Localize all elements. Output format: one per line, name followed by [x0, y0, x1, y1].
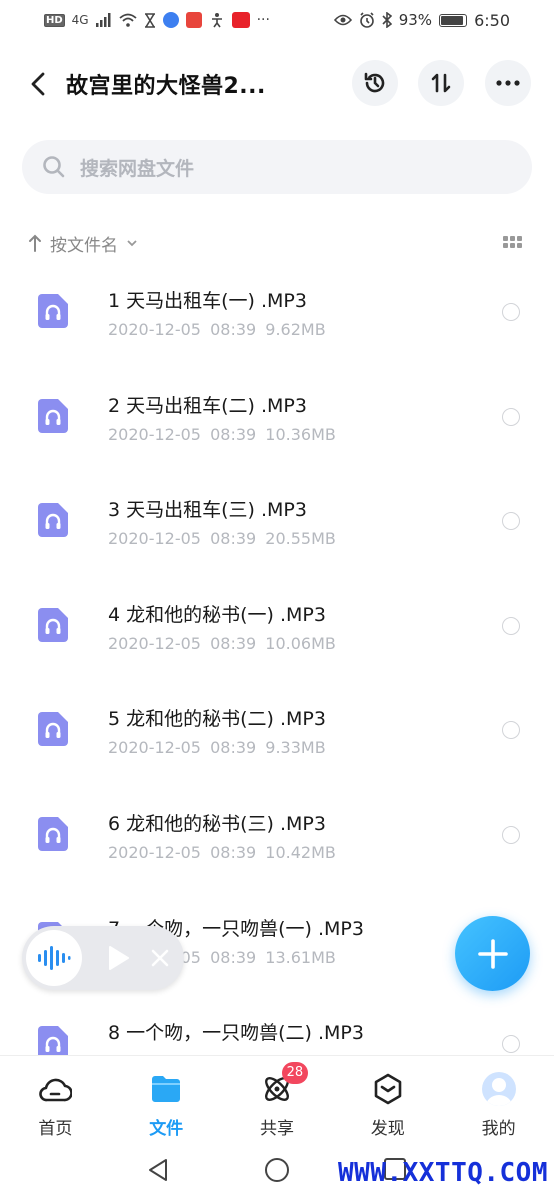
add-button[interactable]: [455, 916, 530, 991]
file-meta: 2020-12-05 08:39 10.36MB: [108, 424, 336, 444]
battery-percent: 93%: [398, 11, 433, 29]
more-notifications-icon: ···: [256, 12, 270, 28]
file-row[interactable]: 3 天马出租车(三) .MP3 2020-12-05 08:39 20.55MB: [0, 471, 554, 576]
search-placeholder: 搜索网盘文件: [80, 157, 195, 180]
select-radio[interactable]: [502, 721, 520, 740]
hourglass-icon: [144, 12, 155, 28]
file-name: 2 天马出租车(二) .MP3: [108, 394, 307, 417]
folder-icon: [149, 1072, 183, 1106]
back-triangle-icon[interactable]: [146, 1157, 170, 1183]
file-name: 1 天马出租车(一) .MP3: [108, 290, 307, 312]
grid-view-icon[interactable]: [503, 236, 522, 248]
select-radio[interactable]: [502, 512, 520, 531]
file-row[interactable]: 5 龙和他的秘书(二) .MP3 2020-12-05 08:39 9.33MB: [0, 680, 554, 785]
history-icon: [364, 72, 385, 93]
nav-label-discover: 发现: [370, 1119, 405, 1139]
nav-label-share: 共享: [259, 1119, 294, 1139]
audio-wave-icon: [38, 946, 71, 970]
select-radio[interactable]: [502, 407, 520, 426]
sort-icon: [431, 73, 451, 93]
sort-bar: 按文件名: [28, 228, 526, 258]
hd-indicator: HD: [44, 13, 65, 27]
search-bar[interactable]: 搜索网盘文件: [22, 140, 532, 194]
file-name: 8 一个吻，一只吻兽(二) .MP3: [108, 1022, 364, 1045]
avatar-icon: [481, 1072, 516, 1106]
reader-app-icon: [185, 12, 202, 28]
clock: 6:50: [474, 10, 510, 30]
notification-badge: 28: [281, 1062, 309, 1084]
arrow-up-icon[interactable]: [28, 234, 42, 252]
file-name: 4 龙和他的秘书(一) .MP3: [108, 603, 326, 626]
audio-file-icon: [38, 712, 68, 747]
sort-label[interactable]: 按文件名: [50, 231, 118, 256]
nav-item-files[interactable]: 文件: [111, 1056, 222, 1147]
file-row[interactable]: 1 天马出租车(一) .MP3 2020-12-05 08:39 9.62MB: [0, 262, 554, 367]
select-radio[interactable]: [502, 825, 520, 844]
back-button[interactable]: [22, 66, 54, 102]
bottom-nav: 首页 文件 共享 28 发现 我的: [0, 1055, 554, 1147]
mini-player[interactable]: [22, 926, 184, 990]
browser-app-icon: [162, 12, 179, 28]
nav-label-me: 我的: [481, 1119, 516, 1139]
audio-file-icon: [38, 816, 68, 851]
file-meta: 2020-12-05 08:39 20.55MB: [108, 529, 336, 549]
alarm-icon: [359, 12, 374, 28]
watermark-text: WWW.XXTTQ.COM: [338, 1158, 548, 1188]
audio-file-icon: [38, 503, 68, 538]
cloud-home-icon: [38, 1072, 73, 1106]
accessibility-icon: [211, 13, 222, 28]
select-radio[interactable]: [502, 303, 520, 321]
nav-label-home: 首页: [38, 1119, 73, 1139]
file-meta: 2020-12-05 08:39 10.42MB: [108, 842, 336, 862]
select-radio[interactable]: [502, 616, 520, 635]
chevron-down-icon[interactable]: [126, 239, 138, 247]
shopping-app-icon: [231, 12, 250, 28]
status-right: 93% 6:50: [333, 10, 510, 30]
nav-item-share[interactable]: 共享 28: [222, 1056, 333, 1147]
battery-icon: [439, 13, 468, 27]
status-bar: HD 4G ··· 93% 6:50: [0, 0, 554, 40]
signal-icon: [95, 13, 111, 27]
audio-file-icon: [38, 398, 68, 433]
file-name: 6 龙和他的秘书(三) .MP3: [108, 812, 326, 835]
audio-wave-button[interactable]: [26, 930, 82, 986]
file-meta: 2020-12-05 08:39 9.62MB: [108, 320, 326, 339]
file-name: 3 天马出租车(三) .MP3: [108, 499, 307, 522]
plus-icon: [477, 938, 508, 969]
play-icon[interactable]: [106, 945, 130, 971]
nav-item-me[interactable]: 我的: [443, 1056, 554, 1147]
nav-label-files: 文件: [149, 1119, 184, 1139]
bluetooth-icon: [382, 12, 392, 28]
file-meta: 2020-12-05 08:39 10.06MB: [108, 633, 336, 653]
close-icon[interactable]: [150, 948, 170, 968]
network-type: 4G: [71, 13, 89, 27]
home-circle-icon[interactable]: [264, 1157, 290, 1183]
header: 故宫里的大怪兽2...: [0, 54, 554, 114]
chevron-left-icon: [31, 72, 45, 96]
search-icon: [43, 156, 65, 178]
more-icon: [496, 80, 520, 86]
wifi-icon: [119, 13, 137, 27]
history-button[interactable]: [352, 60, 398, 106]
file-meta: 2020-12-05 08:39 9.33MB: [108, 738, 326, 758]
file-row[interactable]: 2 天马出租车(二) .MP3 2020-12-05 08:39 10.36MB: [0, 367, 554, 472]
status-left: HD 4G ···: [44, 12, 270, 28]
more-button[interactable]: [485, 60, 531, 106]
discover-cube-icon: [371, 1072, 405, 1106]
nav-item-discover[interactable]: 发现: [332, 1056, 443, 1147]
select-radio[interactable]: [502, 1035, 520, 1054]
sort-button[interactable]: [418, 60, 464, 106]
nav-item-home[interactable]: 首页: [0, 1056, 111, 1147]
file-row[interactable]: 4 龙和他的秘书(一) .MP3 2020-12-05 08:39 10.06M…: [0, 576, 554, 681]
audio-file-icon: [38, 607, 68, 642]
file-name: 5 龙和他的秘书(二) .MP3: [108, 708, 326, 731]
file-row[interactable]: 6 龙和他的秘书(三) .MP3 2020-12-05 08:39 10.42M…: [0, 785, 554, 890]
page-title: 故宫里的大怪兽2...: [66, 74, 266, 99]
audio-file-icon: [38, 294, 68, 328]
eye-comfort-icon: [333, 14, 352, 26]
